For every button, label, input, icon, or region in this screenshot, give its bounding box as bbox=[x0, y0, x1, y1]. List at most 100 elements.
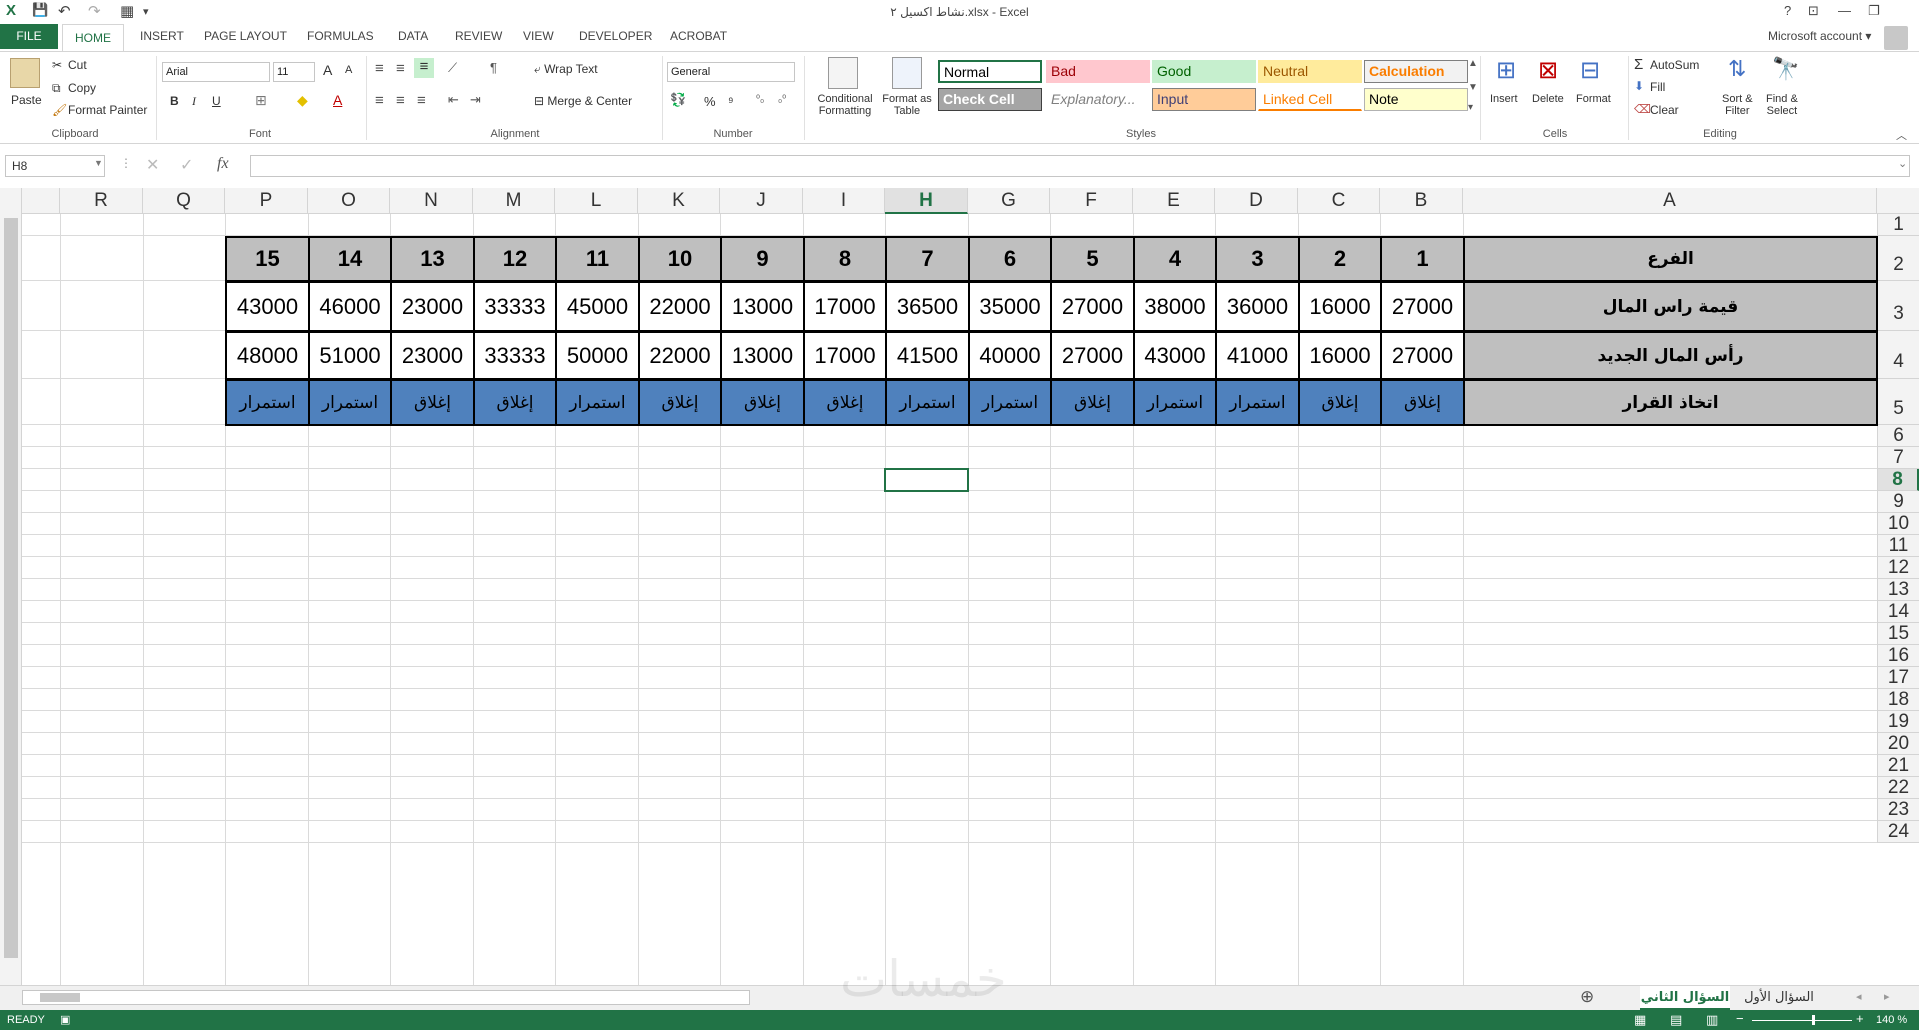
capital-cell-branch-5[interactable]: 27000 bbox=[1050, 281, 1135, 332]
capital-cell-branch-11[interactable]: 45000 bbox=[555, 281, 640, 332]
tab-review[interactable]: REVIEW bbox=[455, 29, 502, 43]
capital-cell-branch-14[interactable]: 46000 bbox=[308, 281, 392, 332]
name-box-dropdown-icon[interactable]: ▼ bbox=[94, 158, 103, 168]
clear-button[interactable]: Clear bbox=[1650, 103, 1679, 117]
branch-row-label[interactable]: الفرع bbox=[1463, 236, 1878, 282]
autosum-button[interactable]: AutoSum bbox=[1650, 58, 1699, 72]
zoom-slider-thumb[interactable] bbox=[1812, 1015, 1815, 1025]
horizontal-scroll-thumb[interactable] bbox=[40, 993, 80, 1002]
new-capital-row-label[interactable]: رأس المال الجديد bbox=[1463, 331, 1878, 380]
row-header-24[interactable]: 24 bbox=[1877, 821, 1919, 843]
fill-color-icon[interactable]: ◆ bbox=[297, 92, 308, 109]
copy-button[interactable]: Copy bbox=[68, 81, 96, 95]
branch-cell-branch-14[interactable]: 14 bbox=[308, 236, 392, 282]
capital-cell-branch-12[interactable]: 33333 bbox=[473, 281, 557, 332]
row-header-16[interactable]: 16 bbox=[1877, 645, 1919, 667]
fill-button[interactable]: Fill bbox=[1650, 80, 1665, 94]
new-capital-cell-branch-15[interactable]: 48000 bbox=[225, 331, 310, 380]
branch-cell-branch-9[interactable]: 9 bbox=[720, 236, 805, 282]
column-header-h[interactable]: H bbox=[885, 188, 968, 214]
avatar[interactable] bbox=[1884, 26, 1908, 50]
format-as-table-button[interactable]: Format as Table bbox=[878, 93, 936, 117]
new-capital-cell-branch-14[interactable]: 51000 bbox=[308, 331, 392, 380]
row-header-20[interactable]: 20 bbox=[1877, 733, 1919, 755]
column-header-j[interactable]: J bbox=[720, 188, 803, 214]
new-capital-cell-branch-3[interactable]: 41000 bbox=[1215, 331, 1300, 380]
cell-style-linked-cell[interactable]: Linked Cell bbox=[1258, 88, 1362, 111]
account-menu[interactable]: Microsoft account ▾ bbox=[1768, 29, 1871, 43]
decision-cell-branch-14[interactable]: استمرار bbox=[308, 379, 392, 426]
branch-cell-branch-15[interactable]: 15 bbox=[225, 236, 310, 282]
sheet-tab-question-2[interactable]: السؤال الثاني bbox=[1640, 986, 1730, 1010]
vertical-scroll-thumb[interactable] bbox=[4, 218, 18, 958]
worksheet-grid[interactable]: RQPONMLKJIHGFEDCBA 1 2 3 4 5 6 7 8 9 10 11 12 13 14 15… bbox=[0, 188, 1919, 985]
cell-style-normal[interactable]: Normal bbox=[938, 60, 1042, 83]
formula-input[interactable] bbox=[250, 155, 1910, 177]
decision-cell-branch-13[interactable]: إغلاق bbox=[390, 379, 475, 426]
row-header-22[interactable]: 22 bbox=[1877, 777, 1919, 799]
row-header-12[interactable]: 12 bbox=[1877, 557, 1919, 579]
sheet-nav-next-icon[interactable]: ▸ bbox=[1884, 990, 1890, 1003]
branch-cell-branch-5[interactable]: 5 bbox=[1050, 236, 1135, 282]
column-header-d[interactable]: D bbox=[1215, 188, 1298, 214]
decrease-indent-icon[interactable]: ⇤ bbox=[448, 92, 459, 108]
new-capital-cell-branch-7[interactable]: 41500 bbox=[885, 331, 970, 380]
zoom-level[interactable]: 140 % bbox=[1876, 1014, 1907, 1026]
capital-cell-branch-8[interactable]: 17000 bbox=[803, 281, 887, 332]
branch-cell-branch-1[interactable]: 1 bbox=[1380, 236, 1465, 282]
orientation-icon[interactable]: ⟋ bbox=[448, 60, 457, 76]
decision-cell-branch-3[interactable]: استمرار bbox=[1215, 379, 1300, 426]
new-capital-cell-branch-9[interactable]: 13000 bbox=[720, 331, 805, 380]
row-header-4[interactable]: 4 bbox=[1877, 331, 1919, 379]
capital-cell-branch-4[interactable]: 38000 bbox=[1133, 281, 1217, 332]
shrink-font-button[interactable]: A bbox=[345, 64, 352, 76]
cancel-icon[interactable]: ✕ bbox=[146, 155, 159, 175]
row-header-19[interactable]: 19 bbox=[1877, 711, 1919, 733]
row-header-15[interactable]: 15 bbox=[1877, 623, 1919, 645]
capital-row-label[interactable]: قيمة راس المال bbox=[1463, 281, 1878, 332]
row-header-14[interactable]: 14 bbox=[1877, 601, 1919, 623]
sheet-tab-question-1[interactable]: السؤال الأول bbox=[1734, 986, 1824, 1010]
new-capital-cell-branch-8[interactable]: 17000 bbox=[803, 331, 887, 380]
new-capital-cell-branch-13[interactable]: 23000 bbox=[390, 331, 475, 380]
text-direction-icon[interactable]: ¶ bbox=[490, 60, 497, 75]
branch-cell-branch-8[interactable]: 8 bbox=[803, 236, 887, 282]
row-header-3[interactable]: 3 bbox=[1877, 281, 1919, 331]
row-header-9[interactable]: 9 bbox=[1877, 491, 1919, 513]
decision-cell-branch-10[interactable]: إغلاق bbox=[638, 379, 722, 426]
increase-indent-icon[interactable]: ⇥ bbox=[470, 92, 481, 108]
decision-cell-branch-11[interactable]: استمرار bbox=[555, 379, 640, 426]
column-header-f[interactable]: F bbox=[1050, 188, 1133, 214]
sort-filter-button[interactable]: Sort & Filter bbox=[1722, 93, 1753, 117]
decision-cell-branch-9[interactable]: إغلاق bbox=[720, 379, 805, 426]
column-header-c[interactable]: C bbox=[1298, 188, 1380, 214]
row-header-7[interactable]: 7 bbox=[1877, 447, 1919, 469]
page-break-view-icon[interactable]: ▥ bbox=[1706, 1012, 1718, 1028]
branch-cell-branch-10[interactable]: 10 bbox=[638, 236, 722, 282]
row-header-11[interactable]: 11 bbox=[1877, 535, 1919, 557]
zoom-slider[interactable] bbox=[1752, 1020, 1852, 1021]
capital-cell-branch-6[interactable]: 35000 bbox=[968, 281, 1052, 332]
new-sheet-icon[interactable]: ⊕ bbox=[1580, 987, 1594, 1007]
cell-style-check-cell[interactable]: Check Cell bbox=[938, 88, 1042, 111]
gallery-more-icon[interactable]: ▾ bbox=[1468, 102, 1473, 113]
column-header-n[interactable]: N bbox=[390, 188, 473, 214]
paste-icon[interactable] bbox=[10, 58, 40, 88]
ribbon-display-options-icon[interactable]: ⊡ bbox=[1808, 3, 1819, 19]
active-cell-h8[interactable] bbox=[884, 468, 969, 492]
insert-function-icon[interactable]: fx bbox=[217, 155, 229, 173]
name-box[interactable]: H8 bbox=[5, 155, 105, 177]
currency-format-icon[interactable]: 💱 bbox=[670, 92, 686, 108]
bold-button[interactable]: B bbox=[170, 94, 179, 108]
row-header-17[interactable]: 17 bbox=[1877, 667, 1919, 689]
cell-style-input[interactable]: Input bbox=[1152, 88, 1256, 111]
align-center-icon[interactable]: ≡ bbox=[396, 92, 405, 109]
branch-cell-branch-11[interactable]: 11 bbox=[555, 236, 640, 282]
page-layout-view-icon[interactable]: ▤ bbox=[1670, 1012, 1682, 1028]
zoom-in-icon[interactable]: + bbox=[1856, 1011, 1864, 1026]
collapse-ribbon-icon[interactable]: ︿ bbox=[1896, 127, 1907, 143]
align-left-icon[interactable]: ≡ bbox=[375, 92, 384, 109]
tab-acrobat[interactable]: ACROBAT bbox=[670, 29, 727, 43]
row-header-10[interactable]: 10 bbox=[1877, 513, 1919, 535]
cell-style-good[interactable]: Good bbox=[1152, 60, 1256, 83]
